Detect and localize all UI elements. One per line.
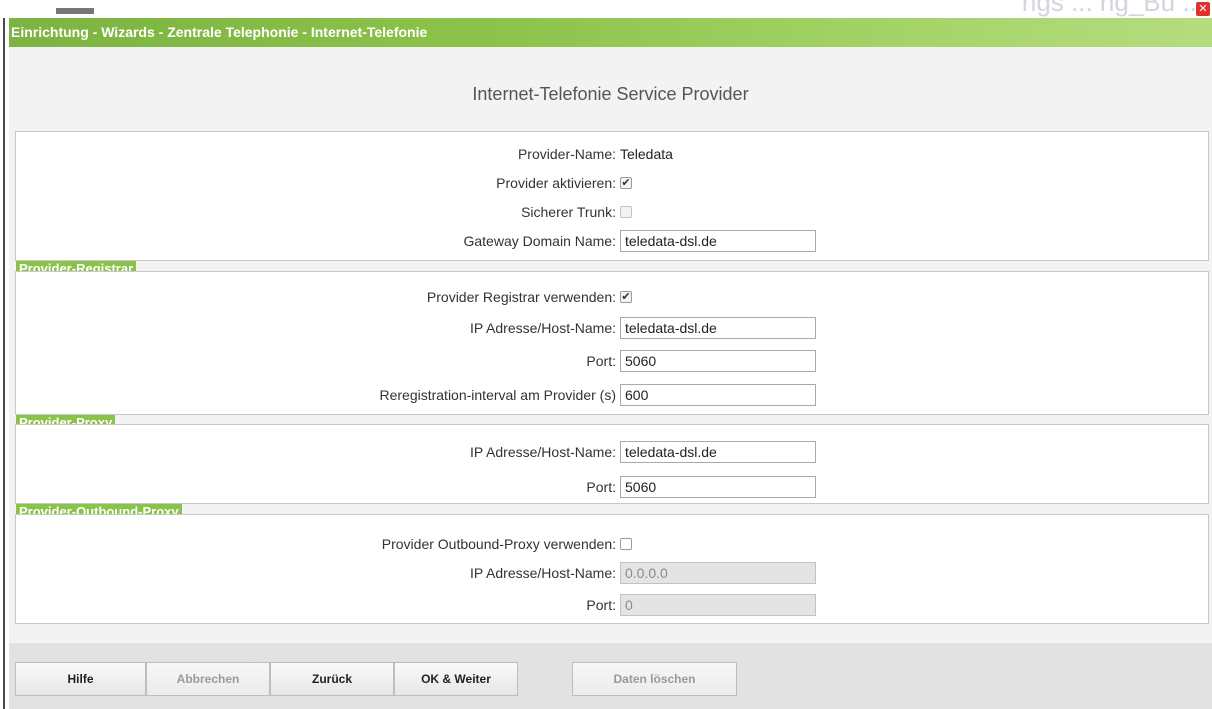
registrar-use-checkbox[interactable]: ✔ <box>620 291 632 303</box>
dialog-titlebar: Einrichtung - Wizards - Zentrale Telepho… <box>9 18 1212 47</box>
gateway-domain-row: Gateway Domain Name: <box>16 230 1210 252</box>
ok-next-button[interactable]: OK & Weiter <box>394 662 518 696</box>
background-page-text: ngs ... ng_Bu ... <box>1021 0 1204 17</box>
provider-name-value: Teledata <box>620 146 673 162</box>
help-button[interactable]: Hilfe <box>15 662 146 696</box>
outbound-host-row: IP Adresse/Host-Name: <box>16 562 1210 584</box>
outbound-proxy-panel: Provider Outbound-Proxy verwenden: IP Ad… <box>15 514 1209 624</box>
secure-trunk-row: Sicherer Trunk: <box>16 201 1210 223</box>
registrar-port-input[interactable] <box>620 350 816 372</box>
provider-activate-label: Provider aktivieren: <box>496 175 616 191</box>
proxy-host-input[interactable] <box>620 441 816 463</box>
proxy-port-row: Port: <box>16 476 1210 498</box>
registrar-interval-row: Reregistration-interval am Provider (s) <box>16 384 1210 406</box>
provider-activate-checkbox[interactable]: ✔ <box>620 177 632 189</box>
back-button[interactable]: Zurück <box>270 662 394 696</box>
delete-data-button[interactable]: Daten löschen <box>572 662 737 696</box>
registrar-panel: Provider Registrar verwenden: ✔ IP Adres… <box>15 271 1209 415</box>
gateway-domain-input[interactable] <box>620 230 816 252</box>
outbound-use-row: Provider Outbound-Proxy verwenden: <box>16 533 1210 555</box>
outbound-host-input[interactable] <box>620 562 816 584</box>
proxy-port-label: Port: <box>586 479 616 495</box>
secure-trunk-checkbox[interactable] <box>620 206 632 218</box>
registrar-use-row: Provider Registrar verwenden: ✔ <box>16 286 1210 308</box>
outbound-port-label: Port: <box>586 597 616 613</box>
provider-name-label: Provider-Name: <box>517 146 616 162</box>
proxy-host-label: IP Adresse/Host-Name: <box>469 444 616 460</box>
background-logo-fragment <box>56 8 94 14</box>
registrar-interval-input[interactable] <box>620 384 816 406</box>
registrar-port-row: Port: <box>16 350 1210 372</box>
page-heading: Internet-Telefonie Service Provider <box>472 84 749 104</box>
proxy-panel: IP Adresse/Host-Name: Port: <box>15 424 1209 504</box>
registrar-use-label: Provider Registrar verwenden: <box>426 289 616 305</box>
registrar-host-row: IP Adresse/Host-Name: <box>16 317 1210 339</box>
general-panel: Provider-Name: Teledata Provider aktivie… <box>15 131 1209 261</box>
close-icon[interactable]: ✕ <box>1196 2 1210 16</box>
registrar-host-label: IP Adresse/Host-Name: <box>469 320 616 336</box>
wizard-dialog: Einrichtung - Wizards - Zentrale Telepho… <box>9 2 1212 709</box>
secure-trunk-label: Sicherer Trunk: <box>521 204 616 220</box>
proxy-host-row: IP Adresse/Host-Name: <box>16 441 1210 463</box>
background-page-strip: ngs ... ng_Bu ... <box>0 0 1212 18</box>
cancel-button[interactable]: Abbrechen <box>146 662 270 696</box>
registrar-port-label: Port: <box>586 353 616 369</box>
registrar-host-input[interactable] <box>620 317 816 339</box>
dialog-footer: Hilfe Abbrechen Zurück OK & Weiter Daten… <box>9 643 1212 709</box>
outbound-port-input[interactable] <box>620 594 816 616</box>
proxy-port-input[interactable] <box>620 476 816 498</box>
outbound-use-label: Provider Outbound-Proxy verwenden: <box>381 536 616 552</box>
provider-name-row: Provider-Name: Teledata <box>16 143 1210 165</box>
outbound-use-checkbox[interactable] <box>620 538 632 550</box>
gateway-domain-label: Gateway Domain Name: <box>463 233 616 249</box>
outbound-port-row: Port: <box>16 594 1210 616</box>
dialog-title: Einrichtung - Wizards - Zentrale Telepho… <box>11 24 428 40</box>
registrar-interval-label: Reregistration-interval am Provider (s) <box>379 387 616 403</box>
provider-activate-row: Provider aktivieren: ✔ <box>16 172 1210 194</box>
outbound-host-label: IP Adresse/Host-Name: <box>469 565 616 581</box>
background-left-edge <box>0 18 9 709</box>
